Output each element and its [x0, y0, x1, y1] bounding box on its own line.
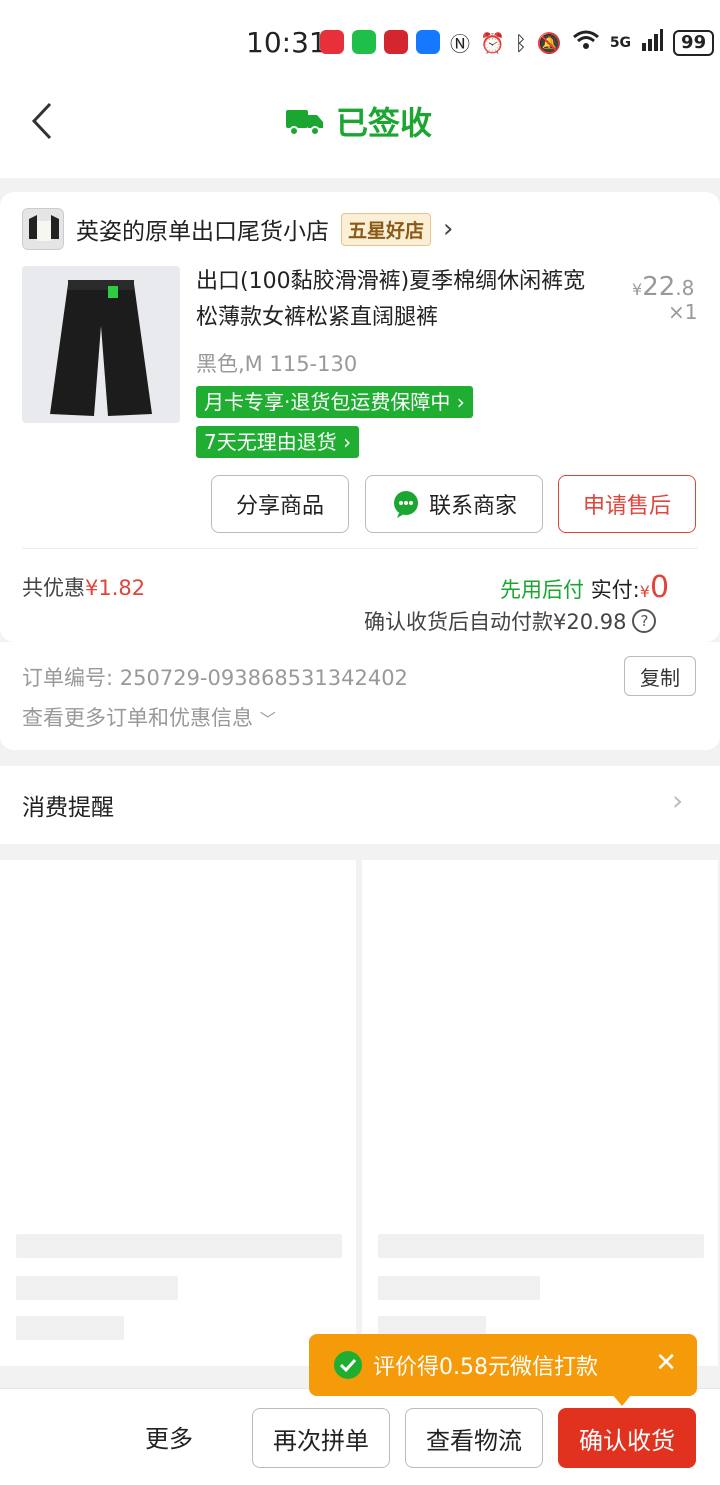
skeleton-line	[16, 1234, 342, 1258]
nfc-icon: Ⓝ	[450, 32, 470, 56]
chat-icon	[393, 491, 418, 518]
skeleton-line	[16, 1276, 178, 1300]
unit-price: ¥22.8	[632, 272, 695, 302]
consumption-reminder-label: 消费提醒	[22, 795, 114, 821]
product-sku: 黑色,M 115-130	[196, 352, 358, 376]
view-logistics-button[interactable]: 查看物流	[405, 1408, 543, 1468]
status-time: 10:31	[246, 26, 327, 59]
quantity: ×1	[668, 300, 698, 324]
chevron-right-icon: ›	[672, 784, 684, 817]
wifi-icon	[572, 29, 600, 56]
page-title: 已签收	[286, 98, 432, 144]
order-status-title: 已签收	[336, 104, 433, 142]
truck-icon	[286, 110, 323, 136]
auto-pay-note: 确认收货后自动付款¥20.98 ?	[364, 606, 657, 636]
product-image[interactable]	[22, 266, 180, 423]
actual-payment: 先用后付 实付:¥0	[500, 570, 670, 605]
shop-header[interactable]: 英姿的原单出口尾货小店 五星好店 ›	[22, 208, 453, 250]
skeleton-line	[378, 1234, 704, 1258]
skeleton-card	[0, 860, 356, 1366]
recommendation-skeleton	[0, 860, 720, 1366]
contact-seller-button[interactable]: 联系商家	[365, 475, 543, 533]
share-product-button[interactable]: 分享商品	[211, 475, 349, 533]
order-card: 英姿的原单出口尾货小店 五星好店 › 出口(100黏胶滑滑裤)夏季棉绸休闲裤宽松…	[0, 192, 720, 642]
shop-avatar	[22, 208, 64, 250]
wechat-icon	[352, 30, 376, 54]
app-notification-icon	[320, 30, 344, 54]
network-label: 5G	[609, 34, 632, 51]
mute-icon: 🔕	[536, 30, 562, 55]
nav-bar: 已签收	[0, 84, 720, 178]
reorder-button[interactable]: 再次拼单	[252, 1408, 390, 1468]
alarm-icon: ⏰	[480, 30, 505, 55]
toast-pointer	[612, 1394, 632, 1406]
contact-seller-label: 联系商家	[428, 494, 517, 519]
confirm-receipt-button[interactable]: 确认收货	[558, 1408, 696, 1468]
battery-indicator: 99	[673, 29, 715, 56]
help-icon[interactable]: ?	[632, 609, 657, 633]
after-sale-button[interactable]: 申请售后	[558, 475, 696, 533]
skeleton-card	[362, 860, 718, 1366]
close-icon[interactable]: ✕	[655, 1348, 677, 1378]
shop-rating-badge: 五星好店	[341, 212, 432, 246]
chevron-left-icon	[31, 102, 52, 140]
chevron-down-icon: ﹀	[259, 710, 276, 729]
divider	[22, 548, 698, 549]
product-title[interactable]: 出口(100黏胶滑滑裤)夏季棉绸休闲裤宽松薄款女裤松紧直阔腿裤	[196, 264, 596, 336]
status-bar: 10:31 Ⓝ ⏰ ᛒ 🔕 5G 99	[0, 0, 720, 84]
order-info: 订单编号: 250729-093868531342402 复制 查看更多订单和优…	[0, 642, 720, 750]
order-number: 订单编号: 250729-093868531342402	[22, 666, 408, 690]
pay-later-label: 先用后付	[500, 578, 584, 602]
bluetooth-icon: ᛒ	[514, 30, 527, 55]
alipay-icon	[416, 30, 440, 54]
review-reward-toast[interactable]: 评价得0.58元微信打款 ✕	[309, 1334, 697, 1396]
signal-icon	[641, 29, 664, 56]
monthly-card-tag[interactable]: 月卡专享·退货包运费保障中 ›	[196, 386, 473, 418]
review-reward-text: 评价得0.58元微信打款	[373, 1355, 598, 1380]
status-indicators: Ⓝ ⏰ ᛒ 🔕 5G 99	[450, 28, 715, 57]
shop-name: 英姿的原单出口尾货小店	[76, 219, 329, 245]
no-reason-return-tag[interactable]: 7天无理由退货 ›	[196, 426, 360, 458]
skeleton-line	[378, 1276, 540, 1300]
more-order-info-link[interactable]: 查看更多订单和优惠信息 ﹀	[22, 702, 276, 732]
back-button[interactable]	[22, 96, 66, 146]
wechat-pay-icon	[334, 1351, 362, 1379]
copy-order-number-button[interactable]: 复制	[624, 656, 696, 696]
app-notification-icon	[384, 30, 408, 54]
more-button[interactable]: 更多	[145, 1419, 193, 1454]
status-app-icons	[320, 30, 440, 54]
discount-summary: 共优惠¥1.82	[22, 576, 146, 600]
skeleton-line	[16, 1316, 124, 1340]
consumption-reminder-row[interactable]: 消费提醒 ›	[0, 766, 720, 844]
chevron-right-icon: ›	[443, 214, 454, 244]
